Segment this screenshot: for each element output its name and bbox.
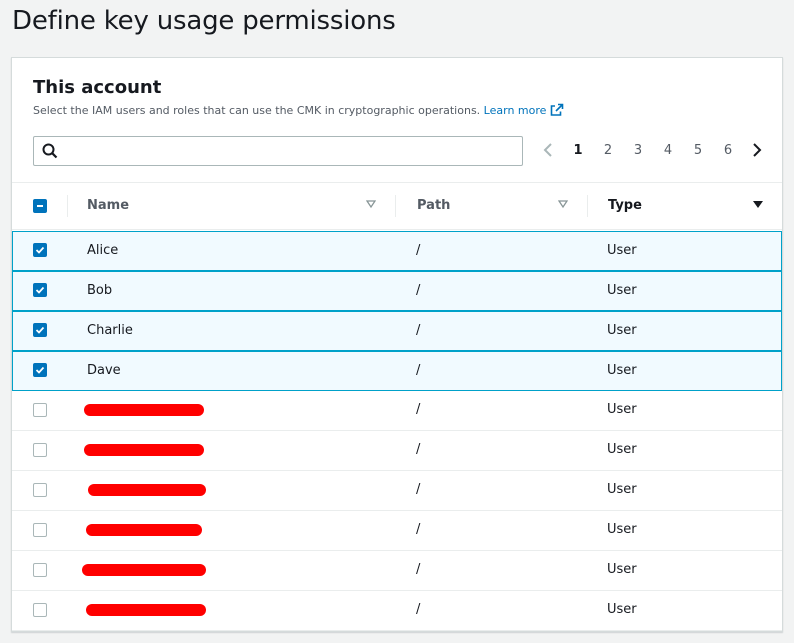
- sort-icon[interactable]: [558, 199, 568, 209]
- table-row[interactable]: / User: [12, 471, 782, 511]
- row-checkbox[interactable]: [33, 363, 47, 377]
- table-row[interactable]: / User: [12, 511, 782, 551]
- row-checkbox[interactable]: [33, 603, 47, 617]
- permissions-panel: This account Select the IAM users and ro…: [11, 57, 783, 632]
- row-checkbox[interactable]: [33, 523, 47, 537]
- row-checkbox[interactable]: [33, 323, 47, 337]
- redaction-mark: [88, 484, 206, 496]
- cell-type: User: [607, 522, 637, 537]
- select-all-checkbox[interactable]: [33, 199, 47, 213]
- column-divider: [587, 195, 588, 217]
- row-checkbox[interactable]: [33, 403, 47, 417]
- page-1[interactable]: 1: [568, 143, 588, 158]
- row-checkbox[interactable]: [33, 283, 47, 297]
- check-icon: [35, 246, 45, 254]
- redaction-mark: [84, 444, 204, 456]
- page-title: Define key usage permissions: [12, 6, 396, 36]
- cell-path: /: [416, 323, 421, 338]
- row-checkbox[interactable]: [33, 243, 47, 257]
- cell-type: User: [607, 402, 637, 417]
- table-row[interactable]: / User: [12, 551, 782, 591]
- table-row[interactable]: / User: [12, 391, 782, 431]
- column-divider: [395, 195, 396, 217]
- cell-path: /: [416, 243, 421, 258]
- redaction-mark: [84, 404, 204, 416]
- cell-type: User: [607, 283, 637, 298]
- check-icon: [35, 286, 45, 294]
- table-row[interactable]: Charlie / User: [12, 311, 782, 351]
- redaction-mark: [86, 524, 202, 536]
- cell-path: /: [416, 402, 421, 417]
- external-link-icon[interactable]: [550, 103, 564, 117]
- column-divider: [67, 195, 68, 217]
- redaction-mark: [82, 564, 206, 576]
- row-checkbox[interactable]: [33, 563, 47, 577]
- chevron-left-icon[interactable]: [542, 142, 554, 158]
- page-4[interactable]: 4: [658, 143, 678, 158]
- row-checkbox[interactable]: [33, 443, 47, 457]
- cell-type: User: [607, 243, 637, 258]
- cell-path: /: [416, 363, 421, 378]
- cell-name: Bob: [87, 283, 113, 298]
- cell-type: User: [607, 482, 637, 497]
- cell-type: User: [607, 323, 637, 338]
- table-row[interactable]: Dave / User: [12, 351, 782, 391]
- table-row[interactable]: Bob / User: [12, 271, 782, 311]
- page-5[interactable]: 5: [688, 143, 708, 158]
- check-icon: [35, 326, 45, 334]
- section-description: Select the IAM users and roles that can …: [33, 103, 564, 117]
- search-icon: [42, 143, 58, 159]
- search-input[interactable]: [33, 136, 523, 166]
- learn-more-link[interactable]: Learn more: [484, 103, 565, 117]
- table-row[interactable]: / User: [12, 591, 782, 631]
- description-text: Select the IAM users and roles that can …: [33, 104, 481, 117]
- page-2[interactable]: 2: [598, 143, 618, 158]
- cell-path: /: [416, 562, 421, 577]
- page-6[interactable]: 6: [718, 143, 738, 158]
- cell-type: User: [607, 442, 637, 457]
- learn-more-label[interactable]: Learn more: [484, 104, 547, 117]
- table-row[interactable]: / User: [12, 431, 782, 471]
- section-title: This account: [33, 77, 162, 98]
- column-path[interactable]: Path: [417, 183, 450, 229]
- cell-path: /: [416, 522, 421, 537]
- sort-icon[interactable]: [366, 199, 376, 209]
- cell-name: Dave: [87, 363, 121, 378]
- cell-path: /: [416, 482, 421, 497]
- cell-path: /: [416, 283, 421, 298]
- sort-descending-icon[interactable]: [752, 199, 764, 209]
- chevron-right-icon[interactable]: [751, 142, 763, 158]
- column-name[interactable]: Name: [87, 183, 129, 229]
- table-header: Name Path Type: [12, 182, 782, 230]
- page-3[interactable]: 3: [628, 143, 648, 158]
- column-type[interactable]: Type: [608, 183, 642, 229]
- cell-path: /: [416, 442, 421, 457]
- redaction-mark: [86, 604, 206, 616]
- cell-name: Charlie: [87, 323, 133, 338]
- cell-type: User: [607, 562, 637, 577]
- row-checkbox[interactable]: [33, 483, 47, 497]
- cell-name: Alice: [87, 243, 119, 258]
- cell-path: /: [416, 602, 421, 617]
- check-icon: [35, 366, 45, 374]
- cell-type: User: [607, 363, 637, 378]
- indeterminate-icon: [37, 205, 43, 207]
- table-row[interactable]: Alice / User: [12, 231, 782, 271]
- cell-type: User: [607, 602, 637, 617]
